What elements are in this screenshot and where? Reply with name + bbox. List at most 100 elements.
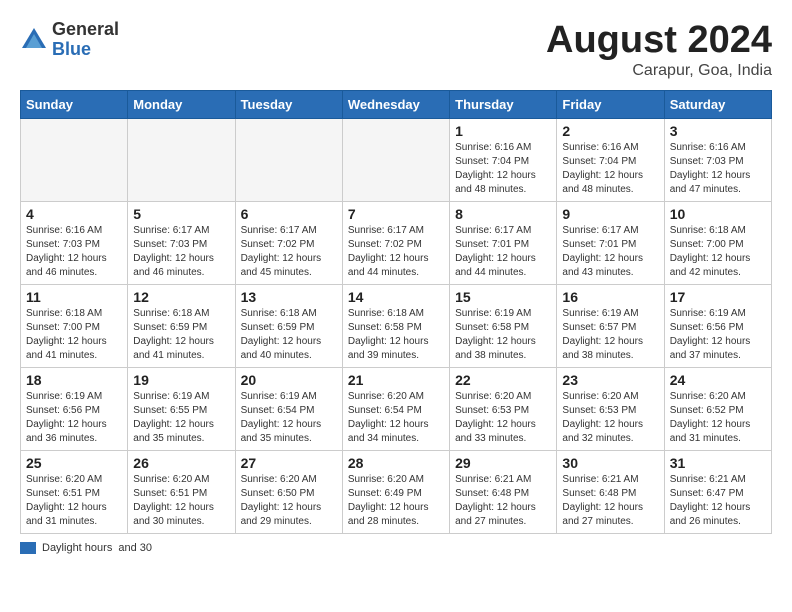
- day-number: 20: [241, 372, 337, 388]
- day-cell: [21, 118, 128, 201]
- day-number: 7: [348, 206, 444, 222]
- calendar-table: SundayMondayTuesdayWednesdayThursdayFrid…: [20, 90, 772, 534]
- logo-text: General Blue: [52, 20, 119, 60]
- day-cell: [342, 118, 449, 201]
- header-cell-sunday: Sunday: [21, 90, 128, 118]
- day-info: Sunrise: 6:19 AM Sunset: 6:57 PM Dayligh…: [562, 307, 658, 363]
- day-info: Sunrise: 6:18 AM Sunset: 7:00 PM Dayligh…: [670, 224, 766, 280]
- day-number: 21: [348, 372, 444, 388]
- day-cell: 5 Sunrise: 6:17 AM Sunset: 7:03 PM Daylig…: [128, 201, 235, 284]
- day-number: 30: [562, 455, 658, 471]
- day-number: 10: [670, 206, 766, 222]
- day-info: Sunrise: 6:21 AM Sunset: 6:48 PM Dayligh…: [455, 473, 551, 529]
- day-number: 3: [670, 123, 766, 139]
- legend-label: Daylight hours: [42, 542, 112, 554]
- day-cell: 16Sunrise: 6:19 AM Sunset: 6:57 PM Dayli…: [557, 284, 664, 367]
- day-cell: 20 Sunrise: 6:19 AM Sunset: 6:54 PM Dayli…: [235, 367, 342, 450]
- day-number: 17: [670, 289, 766, 305]
- day-cell: 2Sunrise: 6:16 AM Sunset: 7:04 PM Daylig…: [557, 118, 664, 201]
- day-number: 11: [26, 289, 122, 305]
- day-info: Sunrise: 6:19 AM Sunset: 6:54 PM Dayligh…: [241, 390, 337, 446]
- day-cell: 10 Sunrise: 6:18 AM Sunset: 7:00 PM Dayli…: [664, 201, 771, 284]
- week-row-3: 18 Sunrise: 6:19 AM Sunset: 6:56 PM Dayli…: [21, 367, 772, 450]
- day-number: 9: [562, 206, 658, 222]
- day-info: Sunrise: 6:20 AM Sunset: 6:52 PM Dayligh…: [670, 390, 766, 446]
- logo-icon: [20, 26, 48, 54]
- day-number: 29: [455, 455, 551, 471]
- location-subtitle: Carapur, Goa, India: [546, 62, 772, 80]
- day-number: 8: [455, 206, 551, 222]
- day-cell: [235, 118, 342, 201]
- day-info: Sunrise: 6:17 AM Sunset: 7:02 PM Dayligh…: [348, 224, 444, 280]
- day-info: Sunrise: 6:18 AM Sunset: 6:59 PM Dayligh…: [133, 307, 229, 363]
- day-cell: 3Sunrise: 6:16 AM Sunset: 7:03 PM Daylig…: [664, 118, 771, 201]
- day-number: 27: [241, 455, 337, 471]
- day-cell: 13Sunrise: 6:18 AM Sunset: 6:59 PM Dayli…: [235, 284, 342, 367]
- logo-general-text: General: [52, 20, 119, 40]
- day-cell: [128, 118, 235, 201]
- day-cell: 1 Sunrise: 6:16 AM Sunset: 7:04 PM Daylig…: [450, 118, 557, 201]
- logo-blue-text: Blue: [52, 40, 119, 60]
- day-cell: 12 Sunrise: 6:18 AM Sunset: 6:59 PM Dayli…: [128, 284, 235, 367]
- day-cell: 6 Sunrise: 6:17 AM Sunset: 7:02 PM Daylig…: [235, 201, 342, 284]
- calendar-body: 1 Sunrise: 6:16 AM Sunset: 7:04 PM Daylig…: [21, 118, 772, 533]
- week-row-2: 11 Sunrise: 6:18 AM Sunset: 7:00 PM Dayli…: [21, 284, 772, 367]
- day-info: Sunrise: 6:20 AM Sunset: 6:51 PM Dayligh…: [133, 473, 229, 529]
- day-number: 12: [133, 289, 229, 305]
- day-cell: 14 Sunrise: 6:18 AM Sunset: 6:58 PM Dayli…: [342, 284, 449, 367]
- header-cell-tuesday: Tuesday: [235, 90, 342, 118]
- day-number: 14: [348, 289, 444, 305]
- day-number: 26: [133, 455, 229, 471]
- day-number: 19: [133, 372, 229, 388]
- day-info: Sunrise: 6:21 AM Sunset: 6:48 PM Dayligh…: [562, 473, 658, 529]
- page-header: General Blue August 2024 Carapur, Goa, I…: [20, 20, 772, 80]
- header-cell-friday: Friday: [557, 90, 664, 118]
- day-info: Sunrise: 6:17 AM Sunset: 7:03 PM Dayligh…: [133, 224, 229, 280]
- day-info: Sunrise: 6:18 AM Sunset: 7:00 PM Dayligh…: [26, 307, 122, 363]
- day-cell: 23 Sunrise: 6:20 AM Sunset: 6:53 PM Dayli…: [557, 367, 664, 450]
- week-row-1: 4 Sunrise: 6:16 AM Sunset: 7:03 PM Daylig…: [21, 201, 772, 284]
- day-number: 5: [133, 206, 229, 222]
- day-info: Sunrise: 6:19 AM Sunset: 6:58 PM Dayligh…: [455, 307, 551, 363]
- day-info: Sunrise: 6:20 AM Sunset: 6:50 PM Dayligh…: [241, 473, 337, 529]
- legend-box: [20, 542, 36, 554]
- day-number: 25: [26, 455, 122, 471]
- day-info: Sunrise: 6:20 AM Sunset: 6:53 PM Dayligh…: [455, 390, 551, 446]
- week-row-4: 25 Sunrise: 6:20 AM Sunset: 6:51 PM Dayli…: [21, 450, 772, 533]
- day-number: 1: [455, 123, 551, 139]
- logo: General Blue: [20, 20, 119, 60]
- day-info: Sunrise: 6:17 AM Sunset: 7:02 PM Dayligh…: [241, 224, 337, 280]
- day-cell: 26 Sunrise: 6:20 AM Sunset: 6:51 PM Dayli…: [128, 450, 235, 533]
- day-number: 23: [562, 372, 658, 388]
- week-row-0: 1 Sunrise: 6:16 AM Sunset: 7:04 PM Daylig…: [21, 118, 772, 201]
- legend: Daylight hours and 30: [20, 542, 772, 554]
- day-info: Sunrise: 6:18 AM Sunset: 6:58 PM Dayligh…: [348, 307, 444, 363]
- day-cell: 17Sunrise: 6:19 AM Sunset: 6:56 PM Dayli…: [664, 284, 771, 367]
- day-info: Sunrise: 6:21 AM Sunset: 6:47 PM Dayligh…: [670, 473, 766, 529]
- day-cell: 22 Sunrise: 6:20 AM Sunset: 6:53 PM Dayli…: [450, 367, 557, 450]
- day-cell: 9 Sunrise: 6:17 AM Sunset: 7:01 PM Daylig…: [557, 201, 664, 284]
- day-cell: 27 Sunrise: 6:20 AM Sunset: 6:50 PM Dayli…: [235, 450, 342, 533]
- day-number: 24: [670, 372, 766, 388]
- day-info: Sunrise: 6:20 AM Sunset: 6:51 PM Dayligh…: [26, 473, 122, 529]
- day-info: Sunrise: 6:19 AM Sunset: 6:55 PM Dayligh…: [133, 390, 229, 446]
- header-cell-wednesday: Wednesday: [342, 90, 449, 118]
- day-number: 18: [26, 372, 122, 388]
- day-cell: 7 Sunrise: 6:17 AM Sunset: 7:02 PM Daylig…: [342, 201, 449, 284]
- day-cell: 8Sunrise: 6:17 AM Sunset: 7:01 PM Daylig…: [450, 201, 557, 284]
- day-info: Sunrise: 6:20 AM Sunset: 6:49 PM Dayligh…: [348, 473, 444, 529]
- calendar-header: SundayMondayTuesdayWednesdayThursdayFrid…: [21, 90, 772, 118]
- day-number: 13: [241, 289, 337, 305]
- header-cell-monday: Monday: [128, 90, 235, 118]
- day-info: Sunrise: 6:17 AM Sunset: 7:01 PM Dayligh…: [562, 224, 658, 280]
- day-info: Sunrise: 6:20 AM Sunset: 6:53 PM Dayligh…: [562, 390, 658, 446]
- day-info: Sunrise: 6:16 AM Sunset: 7:03 PM Dayligh…: [26, 224, 122, 280]
- day-info: Sunrise: 6:19 AM Sunset: 6:56 PM Dayligh…: [26, 390, 122, 446]
- day-cell: 25 Sunrise: 6:20 AM Sunset: 6:51 PM Dayli…: [21, 450, 128, 533]
- day-cell: 24 Sunrise: 6:20 AM Sunset: 6:52 PM Dayli…: [664, 367, 771, 450]
- day-number: 22: [455, 372, 551, 388]
- day-number: 6: [241, 206, 337, 222]
- day-number: 4: [26, 206, 122, 222]
- day-info: Sunrise: 6:16 AM Sunset: 7:04 PM Dayligh…: [455, 141, 551, 197]
- day-number: 31: [670, 455, 766, 471]
